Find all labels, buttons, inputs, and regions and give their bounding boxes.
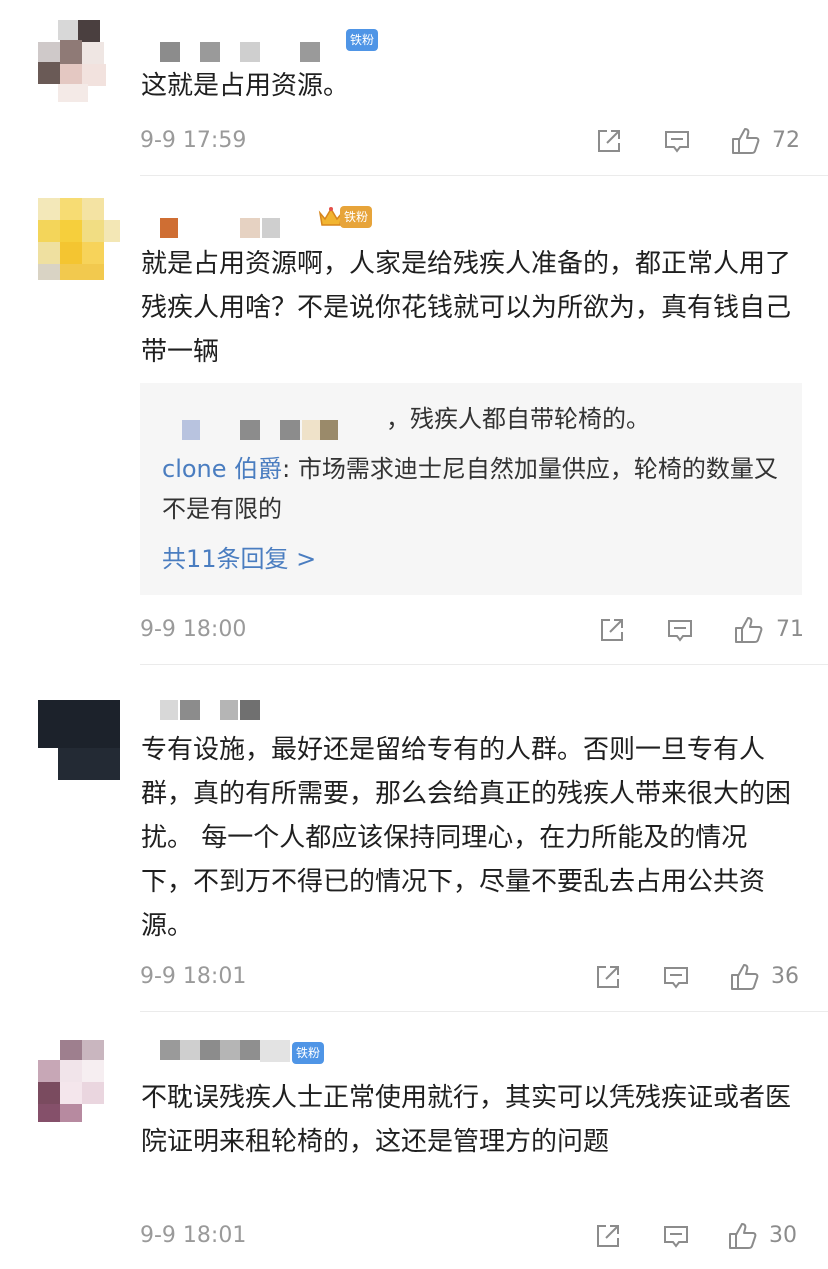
thumbs-up-icon[interactable] (733, 615, 763, 645)
share-icon[interactable] (594, 126, 624, 156)
timestamp: 9-9 18:01 (140, 1223, 247, 1248)
avatar[interactable] (38, 198, 120, 280)
view-all-replies-link[interactable]: 共11条回复 > (162, 539, 316, 579)
divider (140, 664, 828, 665)
thumbs-up-icon[interactable] (729, 962, 759, 992)
comment-meta: 9-9 18:01 30 (140, 1219, 800, 1253)
comment-meta: 9-9 18:00 71 (140, 613, 804, 647)
like-count: 72 (772, 128, 800, 153)
comment-meta: 9-9 17:59 72 (140, 124, 800, 158)
comment-text: 不耽误残疾人士正常使用就行，其实可以凭残疾证或者医院证明来租轮椅的，这还是管理方… (141, 1083, 792, 1157)
timestamp: 9-9 18:01 (140, 964, 247, 989)
comment-icon[interactable] (661, 962, 691, 992)
reply-text: clone 伯爵: 市场需求迪士尼自然加量供应，轮椅的数量又不是有限的 (162, 449, 782, 529)
comment-icon[interactable] (665, 615, 695, 645)
fan-badge: 铁粉 (292, 1042, 325, 1064)
thumbs-up-icon[interactable] (730, 126, 760, 156)
share-icon[interactable] (593, 1221, 623, 1251)
fan-badge: 铁粉 (340, 206, 373, 228)
redacted-user (182, 420, 352, 440)
avatar[interactable] (38, 700, 120, 782)
timestamp: 9-9 18:00 (140, 617, 247, 642)
avatar[interactable] (38, 20, 120, 102)
comment-text: 专有设施，最好还是留给专有的人群。否则一旦专有人群，真的有所需要，那么会给真正的… (141, 735, 792, 941)
comment-meta: 9-9 18:01 36 (140, 960, 800, 994)
share-icon[interactable] (593, 962, 623, 992)
like-count: 36 (771, 964, 799, 989)
divider (140, 175, 828, 176)
reply-preview[interactable]: ，残疾人都自带轮椅的。 clone 伯爵: 市场需求迪士尼自然加量供应，轮椅的数… (140, 383, 802, 595)
share-icon[interactable] (597, 615, 627, 645)
fan-badge: 铁粉 (346, 29, 379, 51)
reply-username[interactable]: clone 伯爵 (162, 455, 282, 483)
avatar[interactable] (38, 1040, 120, 1122)
quoted-text: ，残疾人都自带轮椅的。 (386, 405, 650, 433)
comment-text: 这就是占用资源。 (141, 71, 350, 101)
comment-icon[interactable] (661, 1221, 691, 1251)
comment-text: 就是占用资源啊，人家是给残疾人准备的，都正常人用了残疾人用啥？不是说你花钱就可以… (141, 249, 792, 367)
timestamp: 9-9 17:59 (140, 128, 247, 153)
comment-icon[interactable] (662, 126, 692, 156)
like-count: 30 (769, 1223, 797, 1248)
like-count: 71 (776, 617, 804, 642)
divider (140, 1011, 828, 1012)
thumbs-up-icon[interactable] (727, 1221, 757, 1251)
